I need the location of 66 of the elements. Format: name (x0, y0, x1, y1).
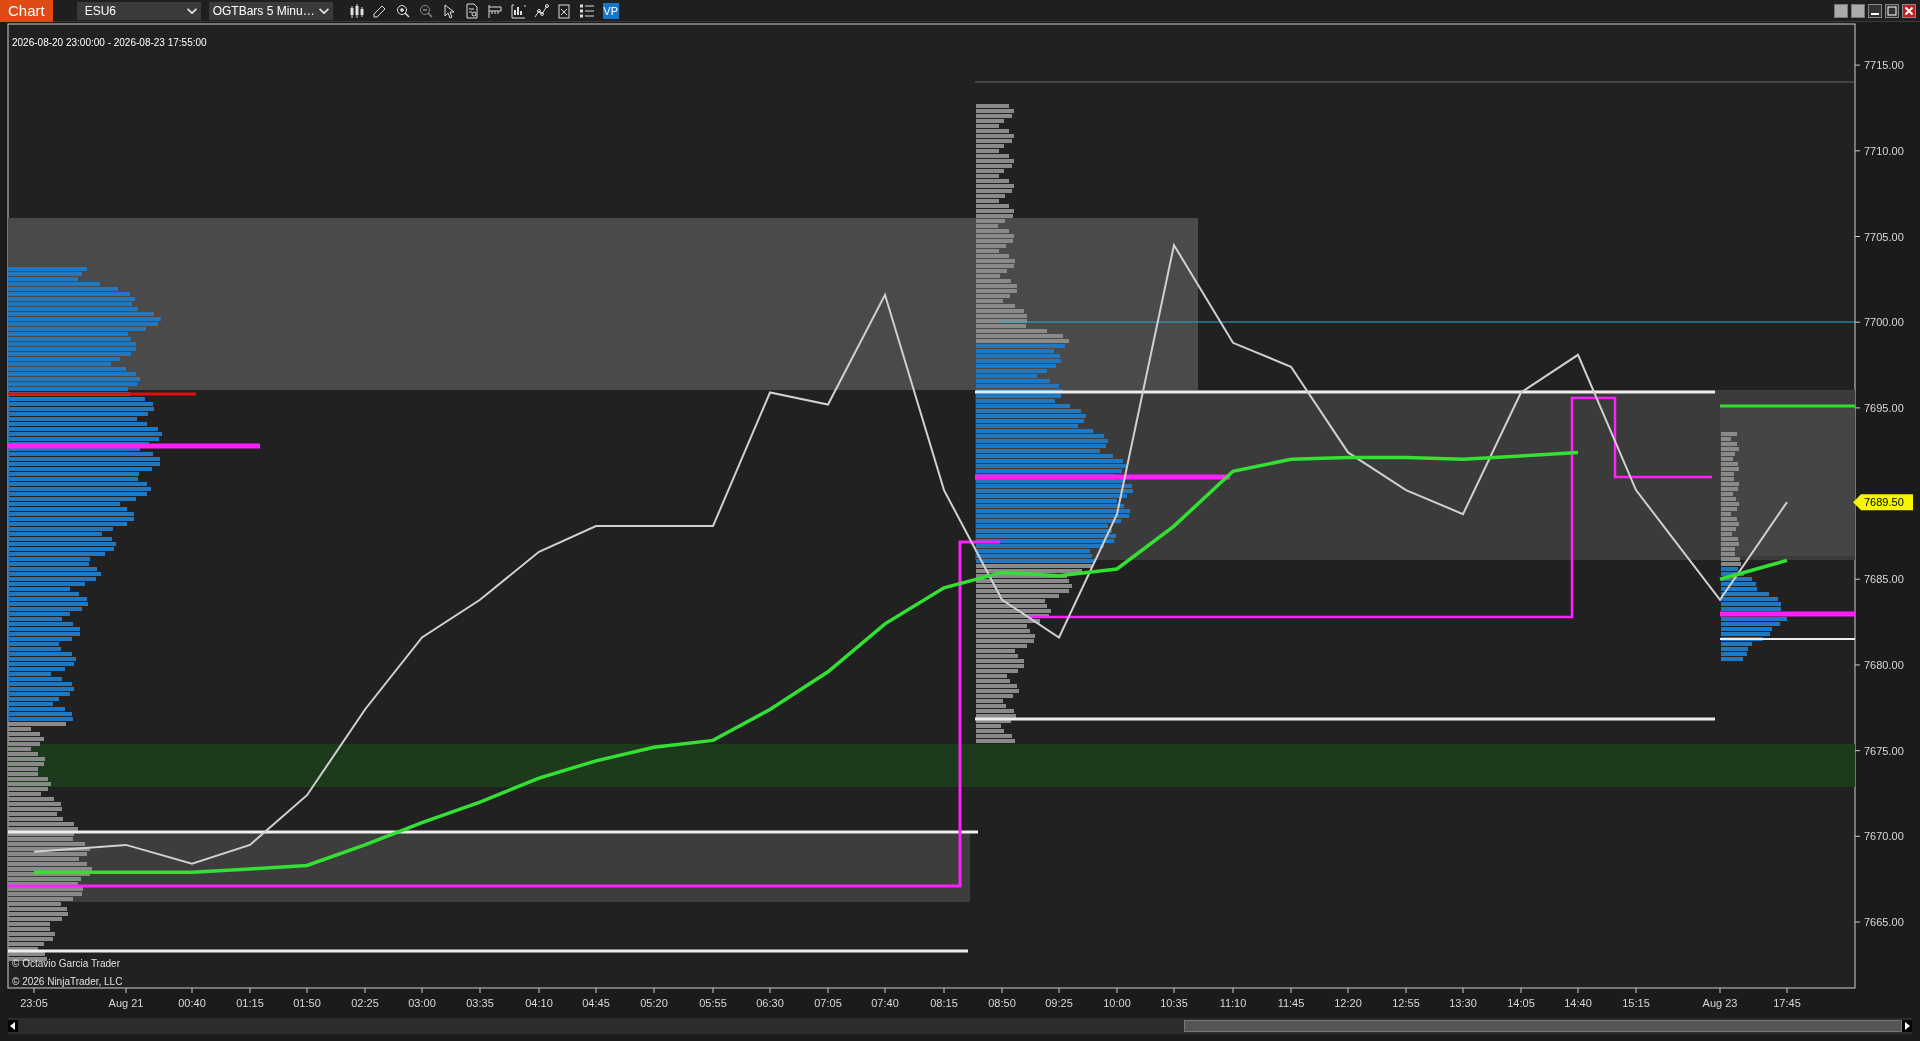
time-axis-label: 12:20 (1334, 997, 1362, 1009)
time-axis-label: 08:15 (930, 997, 958, 1009)
document-search-icon[interactable] (463, 2, 480, 19)
chart-tab[interactable]: Chart (0, 0, 53, 22)
price-axis-label: 7675.00 (1864, 744, 1904, 757)
price-axis-label: 7710.00 (1864, 144, 1904, 157)
time-axis-label: 03:00 (408, 997, 436, 1009)
time-axis-label: 00:40 (178, 997, 206, 1009)
time-axis-label: 03:35 (466, 997, 494, 1009)
line-chart-icon[interactable] (532, 2, 549, 19)
caret-icon (186, 7, 197, 14)
zoom-in-icon[interactable] (394, 2, 411, 19)
price-axis-label: 7670.00 (1864, 830, 1904, 843)
time-axis-label: 06:30 (756, 997, 784, 1009)
price-axis-label: 7715.00 (1864, 59, 1904, 72)
scrollbar-thumb[interactable] (1184, 1020, 1902, 1032)
time-axis-label: 11:45 (1277, 997, 1305, 1009)
volume-profile-button[interactable]: VP (602, 2, 619, 19)
bar-type-dropdown[interactable]: OGTBars 5 Minu… (208, 1, 333, 20)
copyright-text: © Octavio Garcia Trader (12, 957, 121, 971)
time-axis-label: 10:00 (1103, 997, 1131, 1009)
time-axis-label: 23:05 (20, 997, 48, 1009)
time-axis-label: 02:25 (351, 997, 379, 1009)
time-axis-label: Aug 23 (1702, 997, 1738, 1009)
minimize-button[interactable] (1868, 3, 1882, 18)
time-axis-label: 04:10 (525, 997, 553, 1009)
list-icon[interactable] (578, 2, 595, 19)
price-axis-label: 7665.00 (1864, 916, 1904, 928)
time-axis-label: 10:35 (1160, 997, 1188, 1009)
copyright-text: © 2026 NinjaTrader, LLC (12, 975, 123, 989)
scroll-left-button[interactable] (8, 1020, 18, 1032)
time-axis-label: 05:20 (640, 997, 668, 1009)
candlestick-icon[interactable] (348, 2, 365, 19)
time-axis-label: 13:30 (1449, 997, 1477, 1009)
time-axis-label: 15:15 (1622, 997, 1650, 1009)
price-marker: 7689.50 (1853, 494, 1913, 511)
time-axis-label: 12:55 (1392, 997, 1420, 1009)
time-axis-label: 05:55 (699, 997, 727, 1009)
time-axis-label: 08:50 (988, 997, 1016, 1009)
bar-chart-icon[interactable] (509, 2, 526, 19)
maximize-button[interactable] (1885, 3, 1899, 18)
price-axis-label: 7685.00 (1864, 573, 1904, 586)
time-axis-label: 14:40 (1564, 997, 1592, 1009)
price-axis-label: 7695.00 (1864, 401, 1904, 414)
time-axis-label: 11:10 (1219, 997, 1247, 1009)
time-axis-label: 07:05 (814, 997, 842, 1009)
caret-icon (318, 7, 329, 14)
clipboard-icon[interactable] (555, 2, 572, 19)
instrument-dropdown[interactable]: ESU6 (76, 1, 201, 20)
time-axis-label: 09:25 (1045, 997, 1073, 1009)
price-axis-label: 7705.00 (1864, 230, 1904, 243)
close-button[interactable] (1902, 3, 1916, 18)
time-axis-label: 14:05 (1507, 997, 1535, 1009)
price-axis-label: 7680.00 (1864, 658, 1904, 671)
time-axis-label: 07:40 (871, 997, 899, 1009)
time-axis-label: 01:50 (293, 997, 321, 1009)
price-axis-label: 7700.00 (1864, 316, 1904, 329)
scroll-right-button[interactable] (1902, 1020, 1912, 1032)
time-axis-label: 01:15 (236, 997, 264, 1009)
time-axis-label: 17:45 (1773, 997, 1801, 1009)
time-axis-label: Aug 21 (108, 997, 144, 1009)
left-arrow-icon (10, 1022, 16, 1030)
right-arrow-icon (1904, 1022, 1910, 1030)
zoom-out-icon[interactable] (417, 2, 434, 19)
time-axis-label: 04:45 (582, 997, 610, 1009)
date-range-label: 2026-08-20 23:00:00 - 2026-08-23 17:55:00 (12, 36, 207, 50)
